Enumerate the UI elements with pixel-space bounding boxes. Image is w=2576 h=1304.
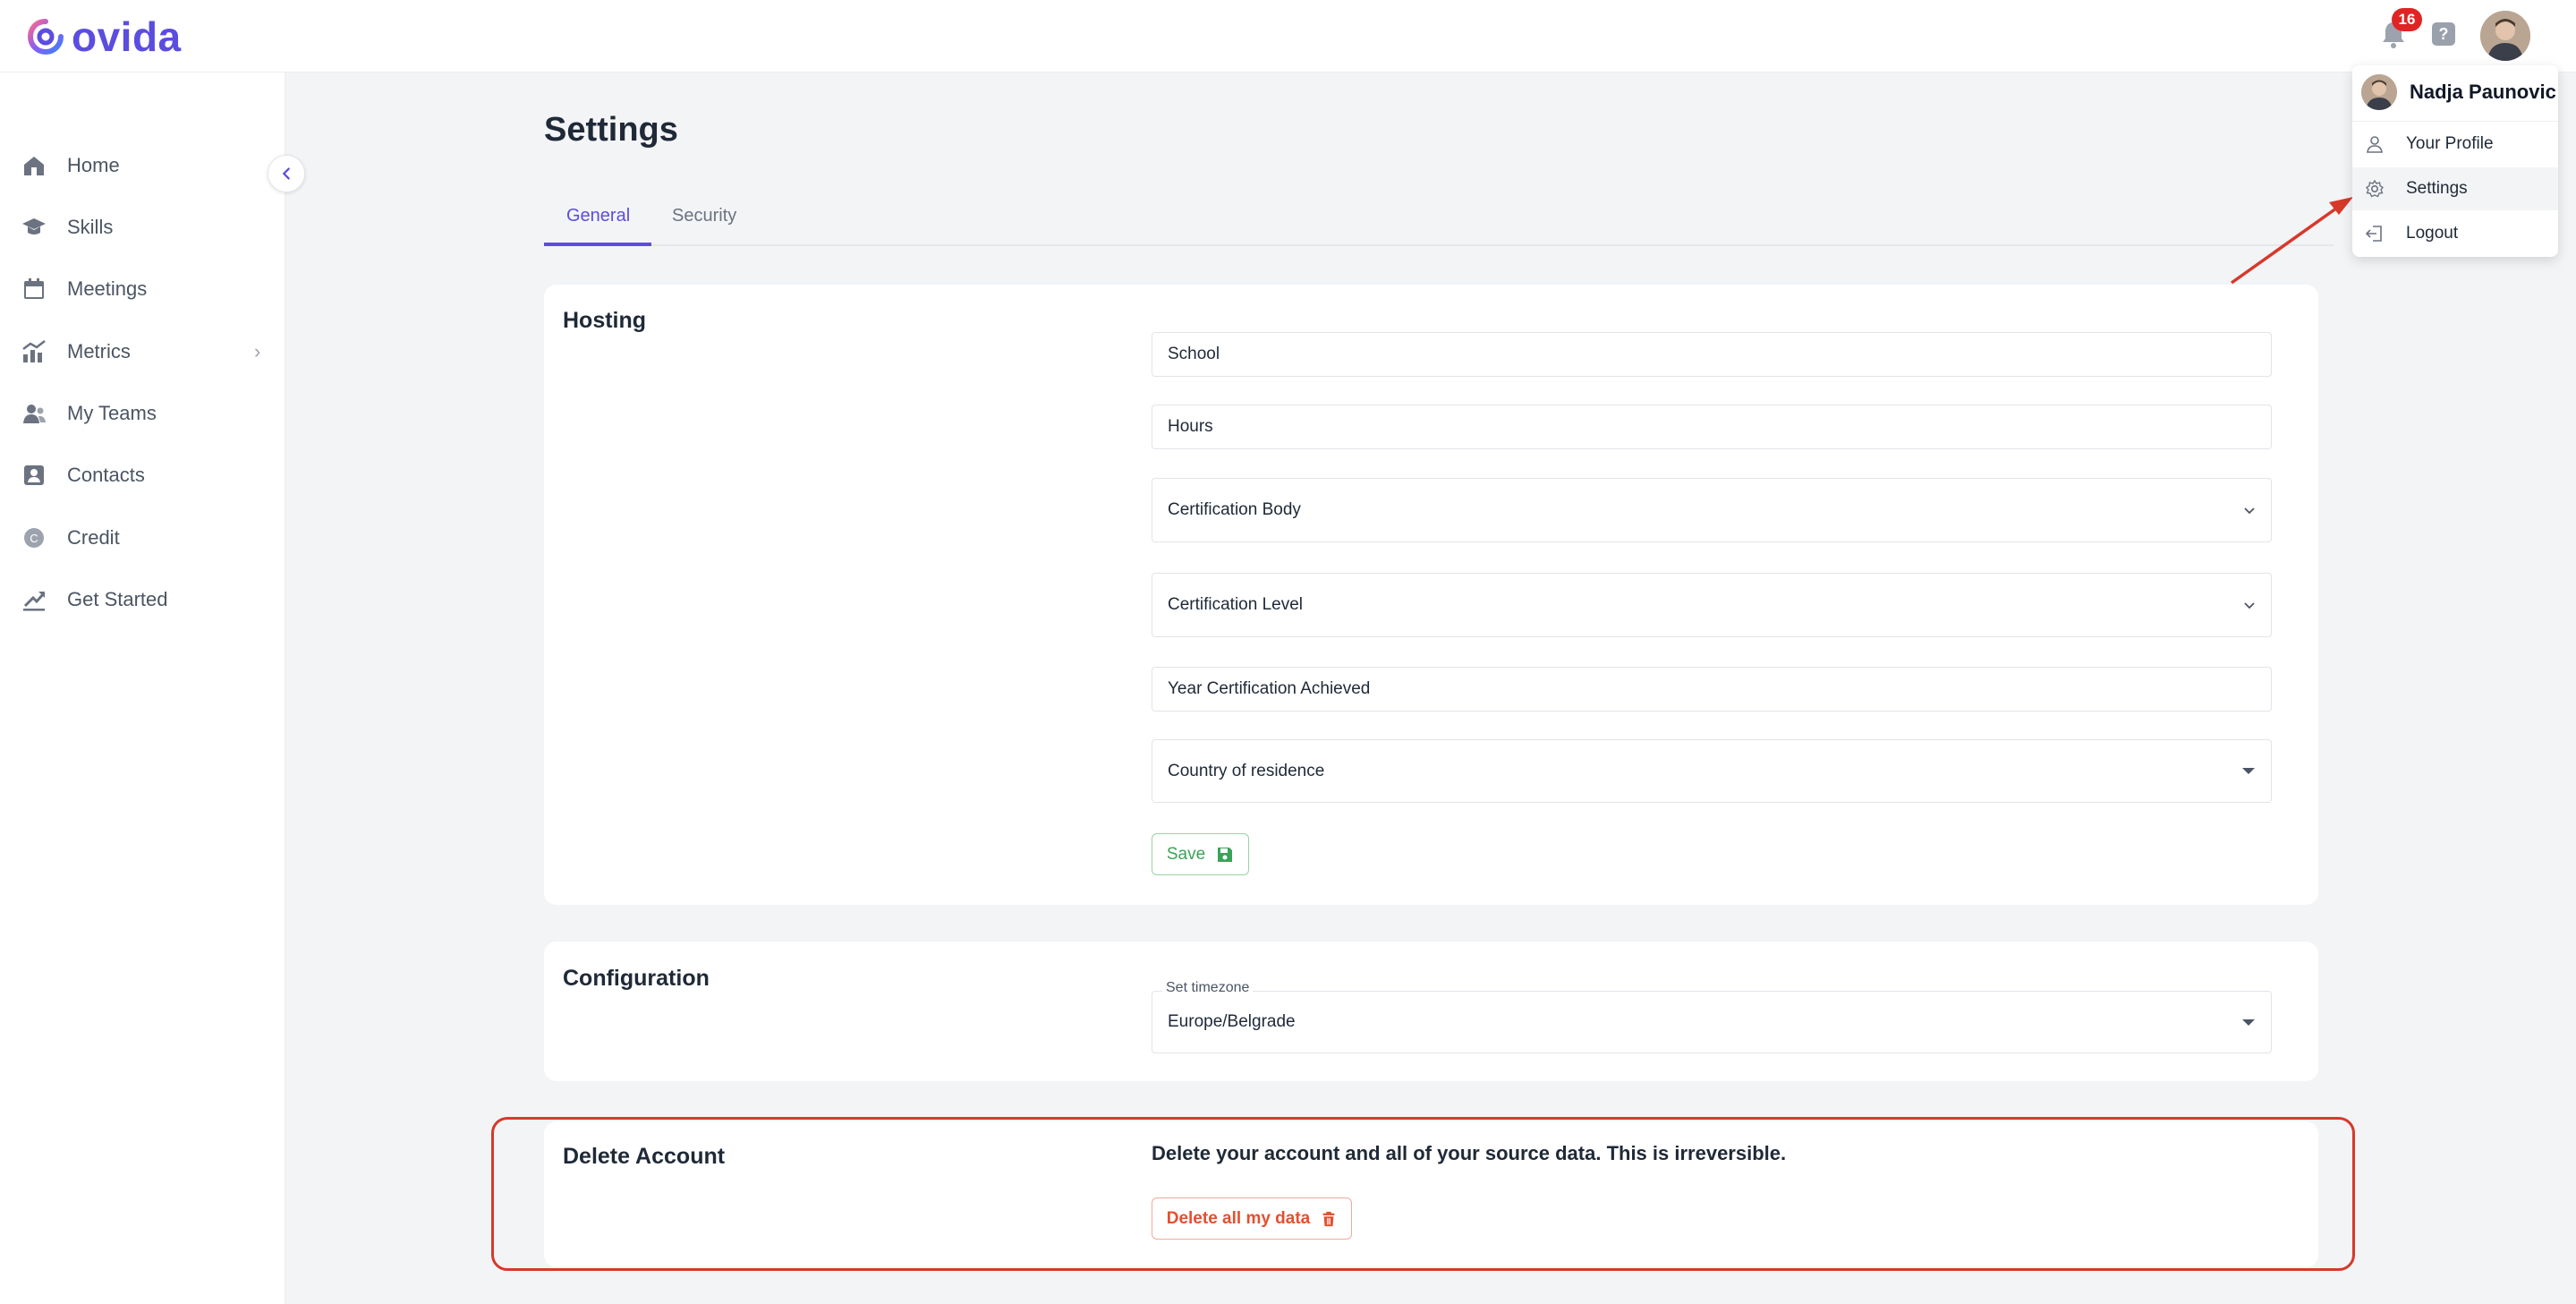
school-field[interactable]: School bbox=[1152, 332, 2272, 377]
credit-coin-icon: C bbox=[20, 524, 48, 552]
floppy-disk-icon bbox=[1218, 847, 1233, 862]
timezone-select[interactable]: Europe/Belgrade bbox=[1152, 991, 2272, 1053]
home-icon bbox=[20, 151, 48, 180]
notification-badge: 16 bbox=[2392, 8, 2422, 31]
school-placeholder: School bbox=[1168, 345, 1220, 363]
chevron-down-icon bbox=[2244, 507, 2255, 515]
hours-placeholder: Hours bbox=[1168, 417, 1213, 436]
save-button-label: Save bbox=[1166, 844, 1206, 864]
tab-security[interactable]: Security bbox=[672, 206, 736, 226]
sidebar-item-get-started[interactable]: Get Started bbox=[0, 575, 285, 625]
top-bar: ovida 16 ? bbox=[0, 0, 2576, 72]
sidebar-item-metrics[interactable]: Metrics › bbox=[0, 327, 285, 377]
certification-level-placeholder: Certification Level bbox=[1168, 595, 1304, 614]
contact-card-icon bbox=[20, 461, 48, 490]
chevron-down-icon bbox=[2244, 602, 2255, 609]
user-menu-header: Nadja Paunovic bbox=[2352, 65, 2558, 119]
user-name: Nadja Paunovic bbox=[2410, 81, 2556, 103]
sidebar-item-label: Home bbox=[67, 154, 120, 176]
hosting-title: Hosting bbox=[563, 308, 647, 333]
sidebar-item-home[interactable]: Home bbox=[0, 141, 285, 191]
menu-item-your-profile[interactable]: Your Profile bbox=[2352, 123, 2558, 166]
user-icon bbox=[2367, 136, 2383, 153]
timezone-label: Set timezone bbox=[1162, 980, 1254, 996]
timezone-value: Europe/Belgrade bbox=[1168, 1012, 1296, 1031]
menu-item-label: Your Profile bbox=[2406, 134, 2494, 153]
delete-account-title: Delete Account bbox=[563, 1144, 726, 1169]
sidebar-item-contacts[interactable]: Contacts bbox=[0, 450, 285, 500]
rocket-icon bbox=[20, 585, 48, 614]
country-select[interactable]: Country of residence bbox=[1152, 739, 2272, 803]
svg-text:C: C bbox=[30, 532, 38, 545]
chart-icon bbox=[20, 337, 48, 366]
graduation-cap-icon bbox=[20, 213, 48, 242]
configuration-card: Configuration Europe/Belgrade Set timezo… bbox=[544, 942, 2318, 1081]
sidebar-item-label: My Teams bbox=[67, 402, 157, 424]
menu-item-label: Settings bbox=[2406, 179, 2468, 198]
certification-level-select[interactable]: Certification Level bbox=[1152, 573, 2272, 637]
certification-body-placeholder: Certification Body bbox=[1168, 500, 1301, 519]
sidebar-collapse-button[interactable] bbox=[268, 155, 305, 192]
sidebar-item-label: Skills bbox=[67, 216, 114, 238]
gear-icon bbox=[2365, 179, 2385, 198]
sidebar-item-label: Get Started bbox=[67, 588, 168, 610]
dropdown-divider bbox=[2352, 121, 2558, 122]
delete-button-label: Delete all my data bbox=[1166, 1208, 1311, 1228]
tab-general[interactable]: General bbox=[566, 206, 630, 226]
certification-body-select[interactable]: Certification Body bbox=[1152, 478, 2272, 542]
sidebar-item-label: Meetings bbox=[67, 277, 148, 300]
ovida-logo-icon bbox=[27, 19, 64, 55]
users-icon bbox=[20, 399, 48, 428]
country-placeholder: Country of residence bbox=[1168, 761, 1325, 780]
help-icon[interactable]: ? bbox=[2432, 22, 2455, 46]
trash-icon bbox=[1322, 1211, 1335, 1226]
user-menu-dropdown: Nadja Paunovic Your Profile Settings Log… bbox=[2352, 65, 2558, 257]
brand-name: ovida bbox=[72, 13, 182, 60]
chevron-right-icon: › bbox=[254, 340, 261, 362]
sidebar-item-credit[interactable]: C Credit bbox=[0, 513, 285, 563]
hosting-card: Hosting School Hours Certification Body … bbox=[544, 285, 2318, 905]
settings-tabs: General Security bbox=[544, 199, 2334, 246]
caret-down-icon bbox=[2242, 1018, 2255, 1026]
user-avatar[interactable] bbox=[2480, 11, 2530, 61]
delete-account-description: Delete your account and all of your sour… bbox=[1152, 1142, 1787, 1164]
active-tab-indicator bbox=[544, 243, 651, 246]
chevron-left-icon bbox=[282, 167, 290, 180]
sidebar-item-my-teams[interactable]: My Teams bbox=[0, 388, 285, 439]
sidebar-item-label: Metrics bbox=[67, 340, 131, 362]
sidebar-item-label: Contacts bbox=[67, 464, 145, 486]
menu-item-settings[interactable]: Settings bbox=[2352, 167, 2558, 210]
sidebar-item-label: Credit bbox=[67, 526, 120, 549]
sidebar-item-meetings[interactable]: Meetings bbox=[0, 264, 285, 314]
year-certification-placeholder: Year Certification Achieved bbox=[1168, 679, 1371, 698]
calendar-icon bbox=[20, 275, 48, 303]
save-button[interactable]: Save bbox=[1152, 833, 1249, 875]
dropdown-avatar bbox=[2361, 74, 2397, 110]
delete-all-data-button[interactable]: Delete all my data bbox=[1152, 1197, 1352, 1240]
sidebar-item-skills[interactable]: Skills bbox=[0, 202, 285, 252]
page-title: Settings bbox=[544, 111, 678, 149]
year-certification-field[interactable]: Year Certification Achieved bbox=[1152, 667, 2272, 712]
menu-item-logout[interactable]: Logout bbox=[2352, 212, 2558, 255]
caret-down-icon bbox=[2242, 768, 2255, 774]
logout-icon bbox=[2365, 226, 2382, 242]
sidebar: Home Skills Meetings Metrics › My Teams … bbox=[0, 72, 285, 1304]
configuration-title: Configuration bbox=[563, 966, 710, 991]
menu-item-label: Logout bbox=[2406, 224, 2459, 243]
delete-account-card: Delete Account Delete your account and a… bbox=[544, 1121, 2318, 1267]
hours-field[interactable]: Hours bbox=[1152, 405, 2272, 449]
brand-logo[interactable]: ovida bbox=[25, 13, 182, 61]
